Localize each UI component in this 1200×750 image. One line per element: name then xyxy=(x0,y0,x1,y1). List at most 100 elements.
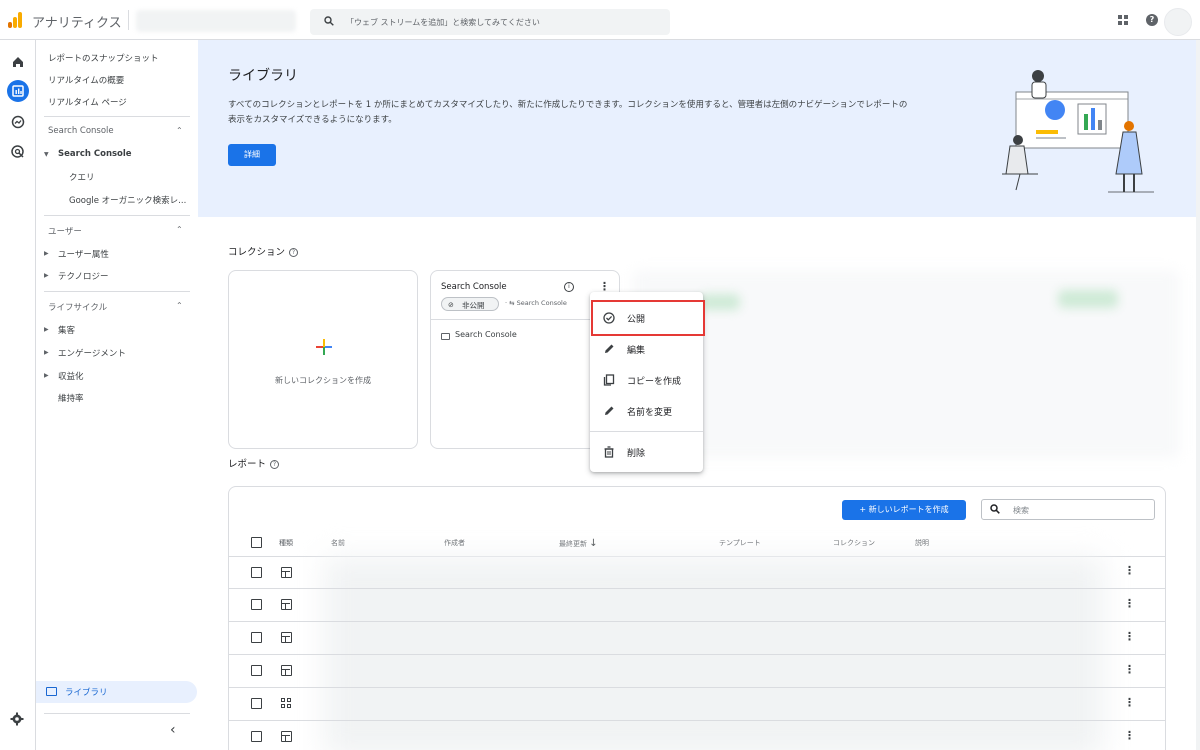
sidebar-item-queries[interactable]: クエリ xyxy=(69,171,95,183)
divider xyxy=(590,431,703,432)
sidebar-item-library[interactable]: ライブラリ xyxy=(36,681,197,703)
more-vert-icon[interactable]: ⋮ xyxy=(1124,597,1135,610)
row-checkbox[interactable] xyxy=(251,665,262,676)
divider xyxy=(44,116,190,117)
divider xyxy=(44,215,190,216)
apps-grid-icon[interactable] xyxy=(1118,15,1128,25)
section-lifecycle[interactable]: ライフサイクル xyxy=(48,301,107,313)
menu-item-rename[interactable]: 名前を変更 xyxy=(590,396,703,427)
caret-right-icon: ▶ xyxy=(44,326,49,333)
search-icon xyxy=(324,16,334,26)
column-header-description[interactable]: 説明 xyxy=(915,538,929,548)
blurred-badge xyxy=(1058,290,1118,308)
app-title: アナリティクス xyxy=(32,16,122,31)
collection-folder-label: Search Console xyxy=(455,330,517,339)
row-checkbox[interactable] xyxy=(251,567,262,578)
search-bar[interactable]: 「ウェブ ストリームを追加」と検索してみてください xyxy=(310,9,670,35)
menu-item-edit[interactable]: 編集 xyxy=(590,334,703,365)
caret-down-icon: ▼ xyxy=(44,151,49,158)
info-icon[interactable]: i xyxy=(564,282,574,292)
overview-report-icon xyxy=(281,698,292,709)
column-header-name[interactable]: 名前 xyxy=(331,538,345,548)
more-vert-icon[interactable]: ⋮ xyxy=(1124,564,1135,577)
column-header-author[interactable]: 作成者 xyxy=(444,538,465,548)
caret-right-icon: ▶ xyxy=(44,372,49,379)
new-report-button[interactable]: + 新しいレポートを作成 xyxy=(842,500,966,520)
more-vert-icon[interactable]: ⋮ xyxy=(1124,630,1135,643)
section-user[interactable]: ユーザー xyxy=(48,225,82,237)
more-vert-icon[interactable]: ⋮ xyxy=(1124,663,1135,676)
more-vert-icon[interactable]: ⋮ xyxy=(1124,729,1135,742)
pencil-icon xyxy=(605,344,614,353)
chevron-up-icon[interactable]: ⌃ xyxy=(176,301,183,310)
divider xyxy=(128,10,129,30)
advertising-icon[interactable] xyxy=(10,144,26,160)
menu-item-delete[interactable]: 削除 xyxy=(590,437,703,468)
row-checkbox[interactable] xyxy=(251,599,262,610)
column-header-template[interactable]: テンプレート xyxy=(719,538,761,548)
more-vert-icon[interactable]: ⋮ xyxy=(1124,696,1135,709)
account-selector[interactable] xyxy=(136,10,296,32)
report-search-input[interactable]: 検索 xyxy=(981,499,1155,520)
divider xyxy=(44,291,190,292)
sidebar-group-search-console[interactable]: Search Console xyxy=(58,149,132,159)
table-report-icon xyxy=(281,567,292,578)
sidebar-item-technology[interactable]: テクノロジー xyxy=(58,270,109,282)
folder-icon xyxy=(46,687,57,696)
help-circle-icon[interactable]: ? xyxy=(289,248,299,257)
search-placeholder: 「ウェブ ストリームを追加」と検索してみてください xyxy=(346,18,540,27)
explore-icon[interactable] xyxy=(10,114,26,130)
trash-icon xyxy=(604,446,614,458)
row-checkbox[interactable] xyxy=(251,698,262,709)
column-header-collection[interactable]: コレクション xyxy=(833,538,875,548)
page-scrollbar[interactable] xyxy=(1196,40,1200,750)
analytics-logo-icon[interactable] xyxy=(8,12,24,28)
home-icon[interactable] xyxy=(10,54,26,70)
reports-icon[interactable] xyxy=(7,80,29,102)
section-search-console[interactable]: Search Console xyxy=(48,126,114,136)
sidebar-item-organic-search[interactable]: Google オーガニック検索レ... xyxy=(69,194,186,206)
folder-icon xyxy=(441,333,450,340)
caret-right-icon: ▶ xyxy=(44,272,49,279)
select-all-checkbox[interactable] xyxy=(251,537,262,548)
sidebar-item-demographics[interactable]: ユーザー属性 xyxy=(58,248,109,260)
chevron-up-icon[interactable]: ⌃ xyxy=(176,225,183,234)
sidebar-item-retention[interactable]: 維持率 xyxy=(58,392,84,404)
settings-gear-icon[interactable] xyxy=(10,712,24,726)
sidebar-item-realtime-overview[interactable]: リアルタイムの概要 xyxy=(48,74,124,86)
collection-title: Search Console xyxy=(441,282,507,292)
column-header-type[interactable]: 種類 xyxy=(279,538,293,548)
table-report-icon xyxy=(281,665,292,676)
help-icon[interactable]: ? xyxy=(1146,14,1158,26)
sidebar-item-realtime-pages[interactable]: リアルタイム ページ xyxy=(48,96,127,108)
sidebar-item-monetization[interactable]: 収益化 xyxy=(58,370,84,382)
avatar[interactable] xyxy=(1164,8,1192,36)
chevron-up-icon[interactable]: ⌃ xyxy=(176,126,183,135)
search-icon xyxy=(990,504,1000,514)
help-circle-icon[interactable]: ? xyxy=(270,460,280,469)
sidebar-item-snapshot[interactable]: レポートのスナップショット xyxy=(48,52,159,64)
divider xyxy=(229,621,1165,622)
collections-heading: コレクション? xyxy=(228,244,299,258)
collapse-sidebar-icon[interactable]: ‹ xyxy=(170,722,176,738)
caret-right-icon: ▶ xyxy=(44,250,49,257)
library-banner: ライブラリ すべてのコレクションとレポートを 1 か所にまとめてカスタマイズした… xyxy=(198,40,1196,217)
eye-off-icon: ⊘ xyxy=(448,301,454,309)
caret-right-icon: ▶ xyxy=(44,349,49,356)
new-collection-card[interactable]: 新しいコレクションを作成 xyxy=(228,270,418,449)
blurred-badge xyxy=(700,294,740,310)
reports-heading: レポート? xyxy=(228,456,280,470)
sidebar-item-engagement[interactable]: エンゲージメント xyxy=(58,347,126,359)
row-checkbox[interactable] xyxy=(251,731,262,742)
reports-table: + 新しいレポートを作成 検索 種類 名前 作成者 最終更新 ↓ テンプレート … xyxy=(228,486,1166,750)
new-collection-label: 新しいコレクションを作成 xyxy=(275,376,371,385)
unpublished-badge: ⊘ 非公開 xyxy=(441,297,499,311)
sidebar-item-acquisition[interactable]: 集客 xyxy=(58,324,75,336)
details-button[interactable]: 詳細 xyxy=(228,144,276,166)
column-header-last-modified[interactable]: 最終更新 ↓ xyxy=(559,538,598,549)
sidebar-item-label: ライブラリ xyxy=(65,688,108,698)
row-checkbox[interactable] xyxy=(251,632,262,643)
menu-item-copy[interactable]: コピーを作成 xyxy=(590,365,703,396)
divider xyxy=(229,588,1165,589)
table-report-icon xyxy=(281,731,292,742)
